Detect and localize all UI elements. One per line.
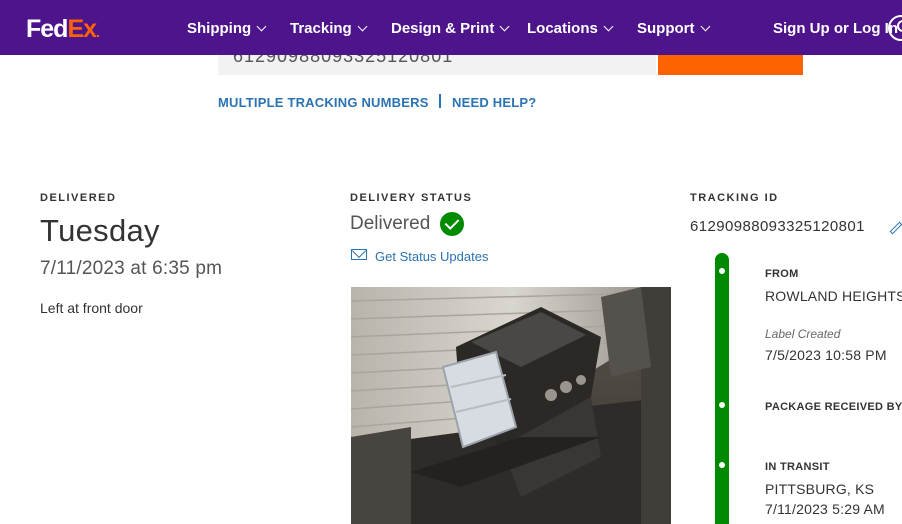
link-divider: [439, 94, 441, 108]
delivery-datetime: 7/11/2023 at 6:35 pm: [40, 258, 223, 279]
check-circle-icon: [440, 212, 464, 236]
nav-support[interactable]: Support: [637, 20, 710, 38]
timeline-transit-location: PITTSBURG, KS: [765, 481, 875, 497]
delivery-status-label: DELIVERY STATUS: [350, 192, 473, 204]
nav-design-print-label: Design & Print: [391, 20, 495, 37]
need-help-link[interactable]: NEED HELP?: [452, 95, 536, 110]
multiple-tracking-link[interactable]: MULTIPLE TRACKING NUMBERS: [218, 95, 429, 110]
delivery-note: Left at front door: [40, 300, 143, 316]
nav-locations-label: Locations: [527, 20, 598, 37]
logo-dot: .: [96, 24, 100, 40]
chevron-down-icon: [357, 21, 368, 32]
timeline-label-created-time: 7/5/2023 10:58 PM: [765, 347, 887, 363]
timeline-from-value: ROWLAND HEIGHTS: [765, 288, 902, 304]
chevron-down-icon: [700, 21, 710, 32]
tracking-id-value: 612909880933251208​01: [690, 218, 865, 235]
timeline-dot: [719, 268, 725, 274]
nav-locations[interactable]: Locations: [527, 20, 614, 38]
delivery-day: Tuesday: [40, 213, 160, 248]
chevron-down-icon: [603, 21, 614, 32]
pencil-icon[interactable]: [889, 221, 902, 235]
top-nav: FedEx. Shipping Tracking Design & Print …: [0, 0, 902, 55]
nav-tracking[interactable]: Tracking: [290, 20, 368, 38]
chevron-down-icon: [499, 21, 510, 32]
delivery-status-value: Delivered: [350, 213, 431, 234]
tracking-search-input[interactable]: 612909880933251208​01: [218, 55, 656, 75]
delivered-label: DELIVERED: [40, 192, 117, 204]
nav-tracking-label: Tracking: [290, 20, 352, 37]
get-status-updates-link[interactable]: Get Status Updates: [375, 249, 488, 264]
fedex-logo[interactable]: FedEx.: [26, 15, 100, 46]
tracking-id-label: TRACKING ID: [690, 192, 779, 204]
timeline-bar: [715, 253, 729, 524]
timeline-transit-time: 7/11/2023 5:29 AM: [765, 501, 885, 517]
envelope-icon: [351, 249, 367, 260]
chevron-down-icon: [256, 21, 267, 32]
nav-support-label: Support: [637, 20, 695, 37]
logo-fed: Fed: [26, 15, 68, 43]
track-button[interactable]: [658, 55, 803, 75]
search-value: 612909880933251208​01: [233, 55, 454, 66]
delivery-photo-image: [351, 287, 671, 524]
logo-ex: Ex: [67, 15, 97, 43]
timeline-received-label: PACKAGE RECEIVED BY: [765, 401, 902, 413]
nav-shipping-label: Shipping: [187, 20, 252, 37]
sign-in-link[interactable]: Sign Up or Log In: [773, 20, 898, 38]
timeline-transit-label: IN TRANSIT: [765, 461, 830, 473]
nav-design-print[interactable]: Design & Print: [391, 20, 510, 38]
timeline-dot: [719, 462, 725, 468]
timeline-dot: [719, 402, 725, 408]
timeline-from-label: FROM: [765, 268, 799, 280]
timeline-label-created: Label Created: [765, 327, 841, 341]
proof-of-delivery-photo[interactable]: [351, 287, 671, 524]
nav-shipping[interactable]: Shipping: [187, 20, 267, 38]
